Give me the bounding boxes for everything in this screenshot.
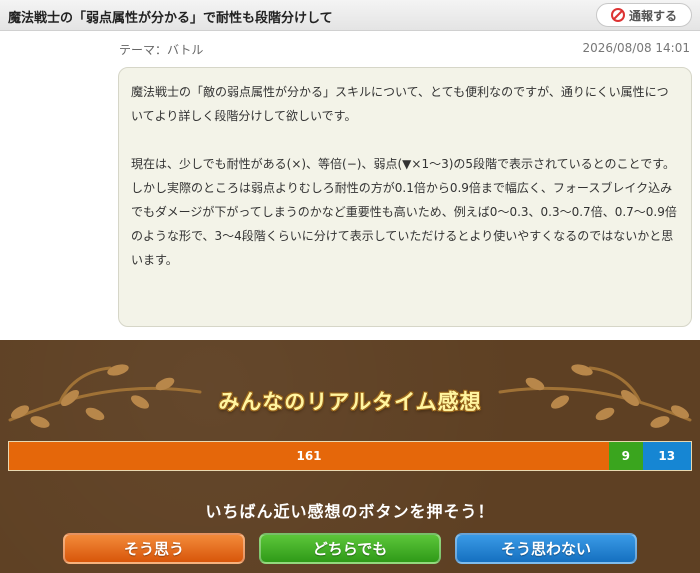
reaction-panel: みんなのリアルタイム感想 161 9 13 いちばん近い感想のボタンを押そう！ … bbox=[0, 340, 700, 573]
agree-button[interactable]: そう思う bbox=[63, 533, 245, 564]
vote-prompt: いちばん近い感想のボタンを押そう！ bbox=[205, 502, 495, 521]
either-button[interactable]: どちらでも bbox=[259, 533, 441, 564]
post-body: 魔法戦士の「敵の弱点属性が分かる」スキルについて、とても便利なのですが、通りにく… bbox=[118, 67, 692, 327]
post-paragraph: 現在は、少しでも耐性がある(×)、等倍(−)、弱点(▼×1〜3)の5段階で表示さ… bbox=[131, 157, 675, 171]
reaction-title: みんなのリアルタイム感想 bbox=[218, 390, 482, 414]
post-theme: テーマ：バトル bbox=[119, 43, 204, 57]
disagree-count-segment: 13 bbox=[642, 442, 691, 470]
post-paragraph: 魔法戦士の「敵の弱点属性が分かる」スキルについて、とても便利なのですが、通りにく… bbox=[131, 85, 669, 123]
agree-count-segment: 161 bbox=[9, 442, 609, 470]
report-label: 通報する bbox=[628, 8, 677, 23]
reaction-bar: 161 9 13 bbox=[8, 441, 692, 471]
post-paragraph: しかし実際のところは弱点よりむしろ耐性の方が0.1倍から0.9倍まで幅広く、フォ… bbox=[131, 181, 677, 267]
post-header: 魔法戦士の「弱点属性が分かる」で耐性も段階分けして 通報する bbox=[0, 0, 700, 31]
disagree-count: 13 bbox=[658, 449, 676, 463]
disagree-button[interactable]: そう思わない bbox=[455, 533, 637, 564]
post-title: 魔法戦士の「弱点属性が分かる」で耐性も段階分けして bbox=[8, 11, 333, 26]
prohibited-icon bbox=[610, 8, 625, 22]
either-count-segment: 9 bbox=[609, 442, 643, 470]
either-count: 9 bbox=[621, 449, 630, 463]
post-meta: テーマ：バトル 2026/08/08 14:01 bbox=[119, 41, 690, 59]
post-datetime: 2026/08/08 14:01 bbox=[582, 41, 690, 55]
agree-count: 161 bbox=[296, 449, 322, 463]
report-button[interactable]: 通報する bbox=[596, 3, 692, 27]
